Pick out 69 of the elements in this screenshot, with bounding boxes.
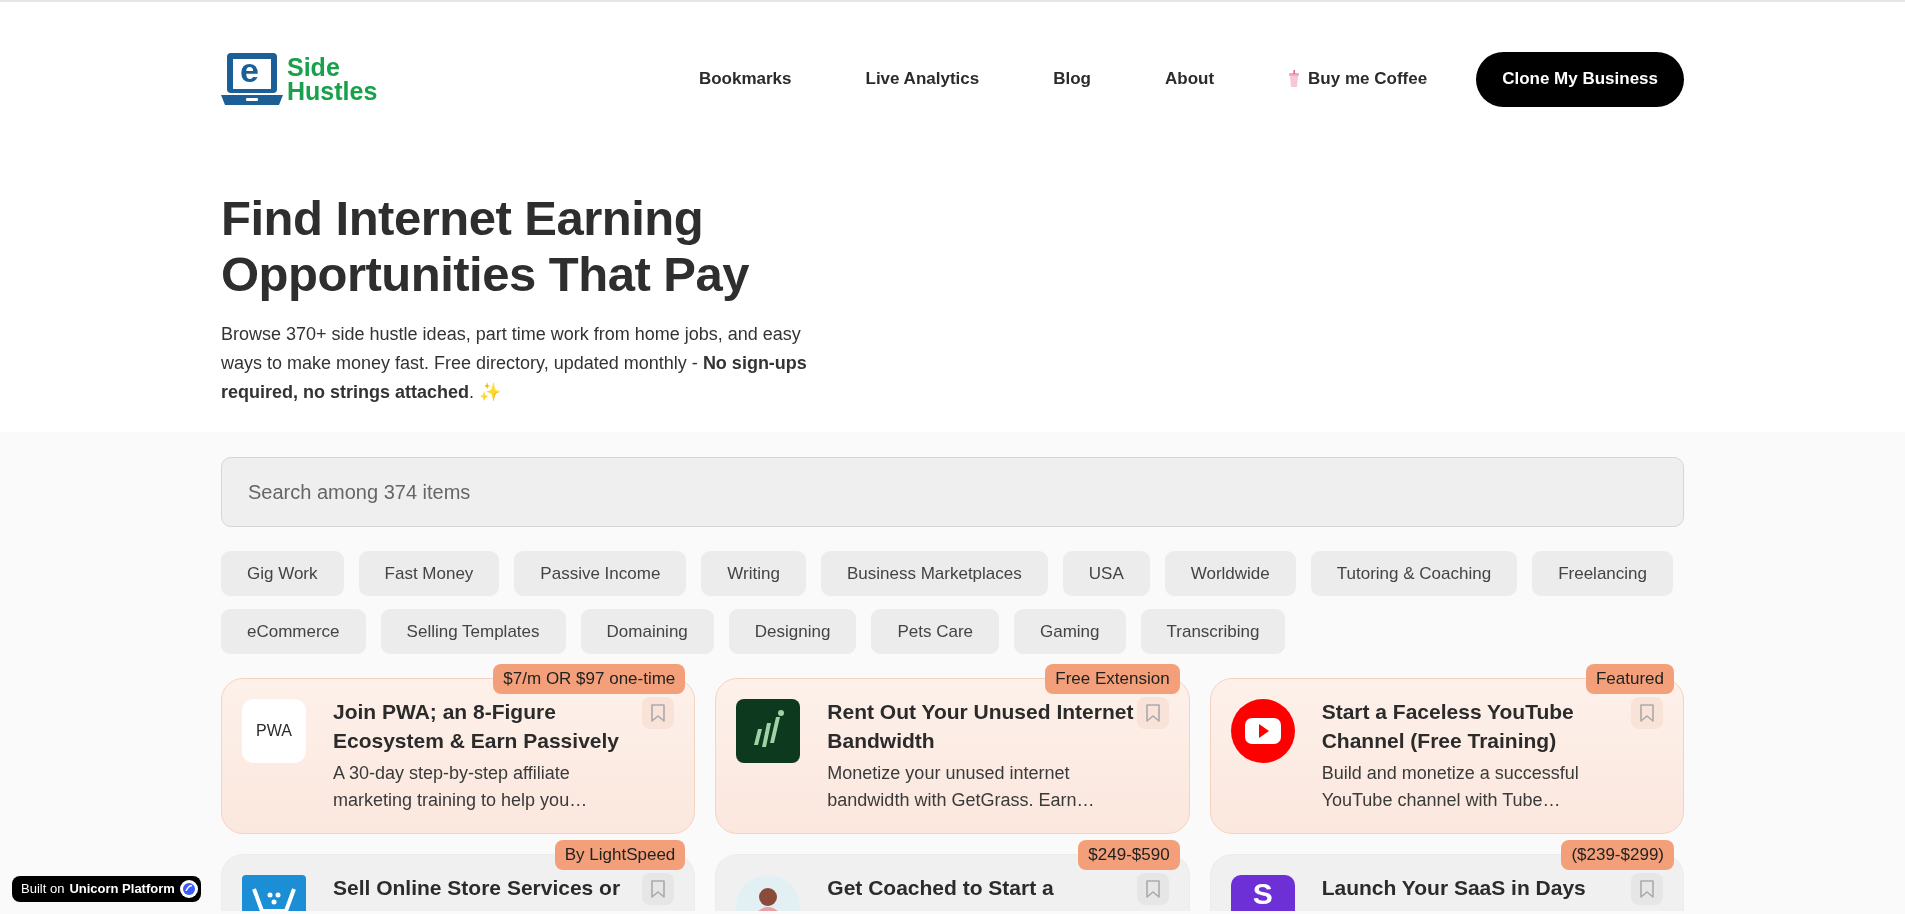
bookmark-button[interactable]: [642, 697, 675, 729]
unicorn-icon: [179, 880, 198, 898]
bookmark-button[interactable]: [1136, 873, 1169, 905]
card-title[interactable]: Get Coached to Start a: [827, 873, 1054, 902]
builder-name: Unicorn Platform: [69, 880, 175, 899]
nav-link[interactable]: Bookmarks: [661, 58, 829, 100]
bookmark-button[interactable]: [1631, 873, 1663, 905]
play-logo-icon: [1230, 699, 1295, 763]
price-badge: Free Extension: [1045, 664, 1180, 694]
logo-text: Hustles: [287, 79, 378, 103]
bookmark-icon: [650, 703, 667, 723]
card-description: A 30-day step-by-step affiliate marketing training to help you…: [333, 762, 589, 812]
category-tag[interactable]: Domaining: [580, 609, 714, 654]
price-badge: ($239-$299): [1561, 840, 1674, 870]
category-tag[interactable]: Transcribing: [1140, 609, 1286, 654]
bookmark-icon: [650, 879, 667, 899]
bookmark-button[interactable]: [642, 873, 675, 905]
logo-mark: e: [240, 52, 259, 88]
category-tag[interactable]: Fast Money: [358, 551, 500, 596]
cup-icon: [1288, 70, 1301, 88]
pwa-logo: PWA: [242, 699, 306, 763]
bookmark-icon: [1144, 879, 1161, 899]
category-tag[interactable]: Gaming: [1014, 609, 1126, 654]
price-badge: $249-$590: [1078, 840, 1180, 870]
nav-link[interactable]: About: [1128, 58, 1252, 100]
bookmark-button[interactable]: [1631, 697, 1663, 729]
category-tag[interactable]: Designing: [728, 609, 857, 654]
category-tag[interactable]: USA: [1062, 551, 1150, 596]
category-tag[interactable]: Worldwide: [1164, 551, 1296, 596]
hero-title: Opportunities That Pay: [221, 246, 750, 302]
hero-title: Find Internet Earning: [221, 190, 704, 246]
card-title[interactable]: Launch Your SaaS in Days: [1321, 873, 1586, 902]
category-tag[interactable]: Freelancing: [1532, 551, 1673, 596]
card-title[interactable]: Sell Online Store Services or: [333, 873, 621, 902]
bookmark-button[interactable]: [1136, 697, 1169, 729]
category-tag[interactable]: eCommerce: [221, 609, 366, 654]
category-tag[interactable]: Selling Templates: [380, 609, 566, 654]
nav-link[interactable]: Blog: [1016, 58, 1128, 100]
builder-badge[interactable]: Built on Unicorn Platform: [12, 876, 201, 902]
search-field[interactable]: Search among 374 items: [221, 457, 1684, 527]
price-badge: By LightSpeed: [554, 840, 686, 870]
category-tag[interactable]: Pets Care: [871, 609, 999, 654]
card-title[interactable]: Join PWA; an 8-Figure Ecosystem & Earn Passively: [333, 697, 643, 755]
builder-prefix: Built on: [21, 880, 65, 899]
logo-text: Side: [287, 55, 340, 79]
category-tag[interactable]: Passive Income: [514, 551, 687, 596]
card-title[interactable]: Start a Faceless YouTube Channel (Free Training): [1321, 697, 1632, 755]
bookmark-icon: [1639, 879, 1655, 899]
card-title[interactable]: Rent Out Your Unused Internet Bandwidth: [827, 697, 1138, 755]
bars-logo-icon: [736, 699, 801, 763]
price-badge: Featured: [1585, 664, 1674, 694]
card-description: Monetize your unused internet bandwidth with GetGrass. Earn…: [827, 762, 1096, 812]
category-tag[interactable]: Business Marketplaces: [820, 551, 1048, 596]
basket-logo-icon: [242, 875, 306, 911]
bookmark-icon: [1144, 703, 1161, 723]
category-tag[interactable]: Writing: [701, 551, 806, 596]
bookmark-icon: [1639, 703, 1655, 723]
nav-link[interactable]: Live Analytics: [828, 58, 1017, 100]
category-tag[interactable]: Gig Work: [221, 551, 344, 596]
saas-logo: S: [1230, 875, 1295, 911]
nav-link[interactable]: Buy me Coffee: [1251, 58, 1465, 100]
hero-description: Browse 370+ side hustle ideas, part time work from home jobs, and easy ways to make money fast. Free directory, updated monthly - No sign-ups required, no strings attached. ✨: [221, 323, 808, 404]
category-tag[interactable]: Tutoring & Coaching: [1310, 551, 1518, 596]
price-badge: $7/m OR $97 one-time: [493, 664, 686, 694]
laptop-icon: [221, 51, 283, 107]
card-description: Build and monetize a successful YouTube channel with Tube…: [1321, 762, 1580, 812]
avatar-icon: [736, 875, 801, 911]
cta-button[interactable]: Clone My Business: [1476, 51, 1684, 107]
logo[interactable]: e Side Hustles: [221, 48, 381, 110]
